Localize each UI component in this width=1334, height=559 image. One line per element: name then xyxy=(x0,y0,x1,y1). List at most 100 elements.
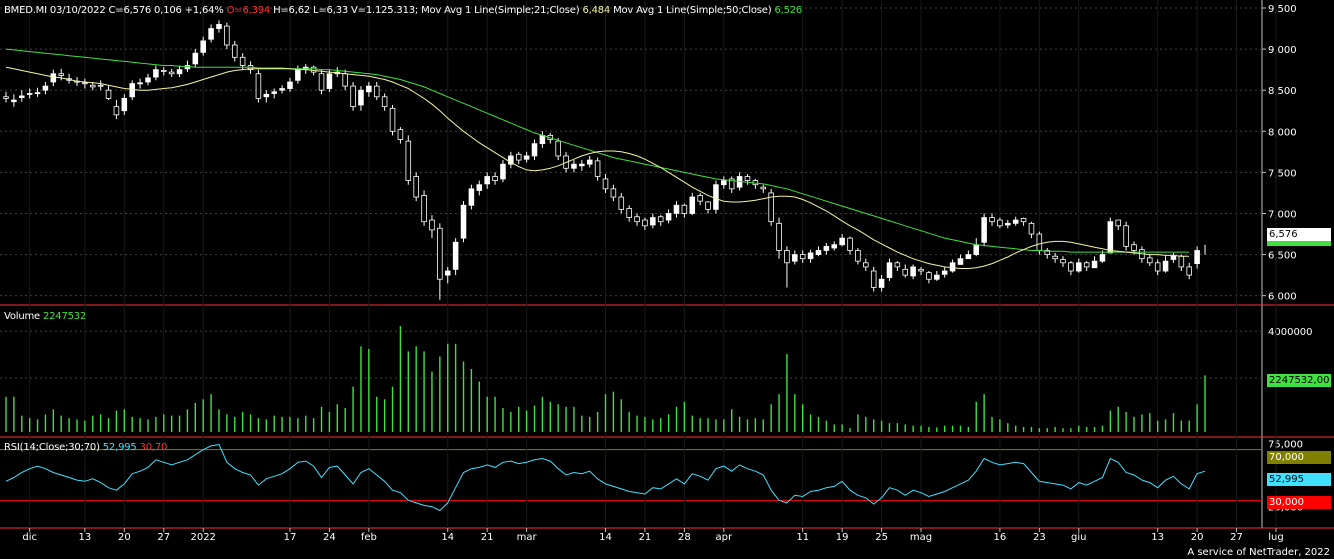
volume-bar xyxy=(1117,406,1119,432)
volume-bar xyxy=(991,416,993,432)
candle-body xyxy=(1099,254,1106,262)
volume-bar xyxy=(794,394,796,432)
candle-body xyxy=(468,188,475,206)
volume-bar xyxy=(376,396,378,432)
candle-body xyxy=(989,217,995,223)
volume-bar xyxy=(202,399,204,432)
candle-body xyxy=(571,163,577,169)
volume-bar xyxy=(518,406,520,432)
price-tag: 6,576 xyxy=(1267,228,1331,241)
candle-body xyxy=(1186,266,1192,276)
ma21-value: 6,484 xyxy=(582,5,611,16)
volume-bar xyxy=(825,420,828,432)
volume-bar xyxy=(107,418,110,432)
volume-bar xyxy=(549,401,551,432)
volume-bar xyxy=(320,406,323,432)
time-tick-label: 25 xyxy=(875,532,888,543)
volume-bar xyxy=(289,416,291,432)
volume-bar xyxy=(1030,426,1033,432)
volume-bar xyxy=(865,416,867,432)
volume-bar xyxy=(888,423,891,432)
time-tick-label: 17 xyxy=(284,532,297,543)
volume-bar xyxy=(762,419,764,432)
candle-body xyxy=(792,254,798,262)
candle-body xyxy=(760,186,767,190)
candle-body xyxy=(665,213,672,221)
candle-body xyxy=(973,244,980,255)
candle-body xyxy=(373,85,380,98)
close-label: C=6,576 0,106 +1,64% xyxy=(108,5,224,16)
volume-bar xyxy=(1054,426,1056,432)
volume-value: 2247532 xyxy=(42,311,87,322)
volume-bar xyxy=(628,411,630,432)
candle-body xyxy=(295,69,301,81)
candle-body xyxy=(586,159,593,165)
volume-bar xyxy=(1133,416,1135,432)
volume-bar xyxy=(383,399,386,432)
candle-body xyxy=(1162,260,1169,272)
volume-bar xyxy=(1062,428,1064,432)
candle-body xyxy=(389,107,396,132)
volume-bar xyxy=(439,356,441,432)
candle-body xyxy=(1083,262,1090,268)
price-tick-label: 6,000 xyxy=(1268,292,1297,303)
time-tick-label: lug xyxy=(1268,532,1283,543)
rsi-low-value: 30,70 xyxy=(139,442,168,453)
rsi-lower-tag: 30,000 xyxy=(1267,496,1331,509)
candle-body xyxy=(224,25,230,46)
volume-bar xyxy=(163,414,165,432)
volume-bar xyxy=(186,409,189,432)
rsi-header: RSI(14;Close;30;70) 52,995 30,70 xyxy=(4,442,167,453)
candle-body xyxy=(918,268,924,272)
candle-body xyxy=(997,219,1003,227)
candle-body xyxy=(19,95,25,98)
volume-bar xyxy=(84,420,86,432)
stock-chart[interactable]: 9,500 9,000 8,500 8,000 7,500 7,000 6,500 6,000… xyxy=(0,0,1334,559)
volume-bar xyxy=(707,418,709,432)
volume-bar xyxy=(565,406,567,432)
time-tick-label: giu xyxy=(1071,532,1086,543)
volume-bar xyxy=(644,416,646,432)
volume-bar xyxy=(928,426,930,432)
candle-body xyxy=(429,219,435,231)
volume-bar xyxy=(936,427,938,432)
candle-body xyxy=(721,180,727,186)
candle-body xyxy=(784,250,790,264)
volume-bar xyxy=(423,351,425,432)
time-tick-label: 28 xyxy=(678,532,691,543)
candle-body xyxy=(310,66,317,73)
time-tick-label: 23 xyxy=(1033,532,1046,543)
volume-bar xyxy=(368,348,370,432)
candle-body xyxy=(1131,244,1137,251)
volume-bar xyxy=(1156,420,1159,432)
volume-bar xyxy=(257,418,260,432)
candle-body xyxy=(657,216,664,223)
volume-bar xyxy=(249,414,252,432)
candle-body xyxy=(689,196,696,214)
volume-bar xyxy=(170,415,173,432)
candle-body xyxy=(807,252,814,260)
time-tick-label: apr xyxy=(716,532,733,543)
volume-bar xyxy=(557,404,559,432)
price-tick-label: 8,500 xyxy=(1268,86,1297,97)
candle-body xyxy=(145,77,151,83)
price-tick-label: 9,000 xyxy=(1268,45,1297,56)
volume-bar xyxy=(1172,413,1175,432)
time-tick-label: 20 xyxy=(1191,532,1204,543)
candle-body xyxy=(579,163,585,167)
volume-bar xyxy=(5,396,7,432)
volume-label: Volume xyxy=(4,311,40,322)
date-label: 03/10/2022 xyxy=(49,5,106,16)
volume-bar xyxy=(486,396,488,432)
time-tick-label: dic xyxy=(22,532,37,543)
volume-bar xyxy=(76,419,78,432)
volume-bar xyxy=(1188,420,1190,432)
ma50-value: 6,526 xyxy=(774,5,803,16)
candle-body xyxy=(350,85,356,108)
candle-body xyxy=(713,184,719,210)
candle-body xyxy=(610,188,617,198)
ma50-line xyxy=(5,48,1190,253)
volume-bar xyxy=(21,415,23,432)
volume-bar xyxy=(691,415,693,432)
volume-bar xyxy=(699,418,701,432)
